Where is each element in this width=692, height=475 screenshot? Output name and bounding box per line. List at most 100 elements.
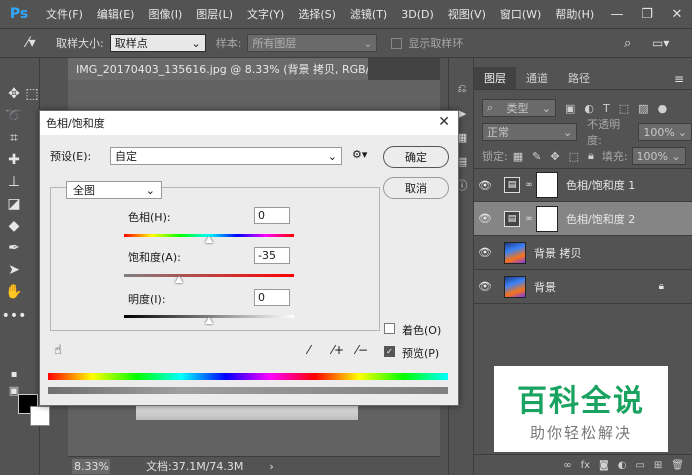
- close-window-button[interactable]: ✕: [662, 0, 692, 28]
- eye-icon[interactable]: 👁︎: [474, 212, 496, 225]
- workspace-icon[interactable]: ▭▾: [652, 36, 669, 50]
- layer-mask-thumbnail[interactable]: [536, 205, 558, 232]
- targeted-adjustment-hand-icon[interactable]: ☝: [54, 343, 62, 358]
- lightness-input[interactable]: 0: [254, 289, 290, 306]
- clone-stamp-tool-icon[interactable]: ⊥: [2, 172, 26, 192]
- lock-all-icon[interactable]: 🔒︎: [588, 149, 594, 163]
- lock-artboard-icon[interactable]: ⬚: [569, 150, 579, 163]
- crop-tool-icon[interactable]: ⌗: [2, 128, 26, 148]
- tab-paths[interactable]: 路径: [558, 67, 600, 89]
- dialog-close-button[interactable]: ✕: [438, 114, 450, 130]
- layer-style-icon[interactable]: fx: [581, 460, 590, 471]
- lightness-slider-thumb[interactable]: [205, 317, 213, 324]
- zoom-level[interactable]: 8.33%: [72, 458, 110, 474]
- eraser-tool-icon[interactable]: ◪: [2, 194, 26, 214]
- colorize-label: 着色(O): [402, 324, 442, 337]
- pen-tool-icon[interactable]: ✒: [2, 238, 26, 258]
- ok-button[interactable]: 确定: [383, 146, 449, 168]
- saturation-slider-track[interactable]: [124, 274, 294, 277]
- lock-icon[interactable]: 🔒︎: [659, 281, 664, 292]
- hand-tool-icon[interactable]: ✋: [2, 282, 26, 302]
- eye-icon[interactable]: 👁︎: [474, 246, 496, 259]
- minimize-button[interactable]: —: [602, 0, 632, 28]
- lock-image-icon[interactable]: ✎: [532, 150, 541, 163]
- filter-smart-object-icon[interactable]: ▨: [638, 102, 648, 115]
- layer-filter-select[interactable]: ⌕ 类型 ⌄: [482, 99, 556, 117]
- filter-adjustment-icon[interactable]: ◐: [584, 102, 594, 115]
- cancel-button-label: 取消: [405, 182, 427, 195]
- layer-thumbnail[interactable]: [504, 275, 526, 298]
- layer-row[interactable]: 👁︎ ▤ ∞ 色相/饱和度 2: [474, 202, 692, 236]
- eyedropper-tool-preset-icon[interactable]: ⁄▾: [16, 32, 46, 54]
- status-menu-arrow[interactable]: ›: [269, 460, 273, 473]
- filter-pixel-icon[interactable]: ▣: [565, 102, 575, 115]
- more-tools-icon[interactable]: •••: [2, 306, 27, 326]
- background-color-swatch[interactable]: [30, 406, 50, 426]
- preview-checkbox[interactable]: ✓: [384, 346, 395, 357]
- gear-icon[interactable]: ⚙▾: [352, 148, 367, 161]
- menu-type[interactable]: 文字(Y): [247, 6, 284, 22]
- search-icon[interactable]: ⌕: [624, 36, 631, 51]
- path-selection-tool-icon[interactable]: ➤: [2, 260, 26, 280]
- menu-filter[interactable]: 滤镜(T): [350, 6, 387, 22]
- tab-layers[interactable]: 图层: [474, 67, 516, 89]
- eyedropper-icon[interactable]: ⁄: [308, 343, 310, 357]
- lock-position-icon[interactable]: ✥: [550, 150, 559, 163]
- layer-thumbnail[interactable]: [504, 241, 526, 264]
- eye-icon[interactable]: 👁︎: [474, 280, 496, 293]
- blur-tool-icon[interactable]: ◆: [2, 216, 26, 236]
- eyedropper-minus-icon[interactable]: ⁄−: [356, 343, 368, 357]
- panel-menu-icon[interactable]: ≡: [674, 72, 684, 86]
- hue-slider-thumb[interactable]: [205, 236, 213, 243]
- blend-mode-select[interactable]: 正常 ⌄: [482, 123, 578, 141]
- chain-link-icon[interactable]: ∞: [524, 180, 534, 190]
- menu-layer[interactable]: 图层(L): [196, 6, 233, 22]
- tab-channels[interactable]: 通道: [516, 67, 558, 89]
- menu-3d[interactable]: 3D(D): [401, 8, 434, 21]
- new-group-icon[interactable]: ▭: [635, 460, 644, 471]
- opacity-input[interactable]: 100% ⌄: [638, 123, 692, 141]
- new-adjustment-icon[interactable]: ◐: [618, 460, 627, 471]
- dialog-titlebar[interactable]: 色相/饱和度: [40, 111, 458, 135]
- menu-view[interactable]: 视图(V): [448, 6, 486, 22]
- layer-mask-thumbnail[interactable]: [536, 172, 558, 198]
- add-mask-icon[interactable]: ◙: [599, 460, 609, 471]
- lasso-tool-icon[interactable]: ➰: [2, 106, 26, 126]
- filter-type-icon[interactable]: T: [603, 102, 610, 115]
- chain-link-icon[interactable]: ∞: [524, 214, 534, 224]
- channel-select[interactable]: 全图 ⌄: [66, 181, 162, 199]
- screen-mode-icon[interactable]: ▣: [2, 380, 26, 400]
- document-tab[interactable]: IMG_20170403_135616.jpg @ 8.33% (背景 拷贝, …: [68, 58, 368, 80]
- marquee-tool-icon[interactable]: ⬚: [20, 84, 44, 104]
- menu-file[interactable]: 文件(F): [46, 6, 83, 22]
- link-layers-icon[interactable]: ∞: [563, 460, 571, 471]
- sample-size-select[interactable]: 取样点 ⌄: [109, 34, 206, 52]
- sample-select[interactable]: 所有图层 ⌄: [247, 34, 378, 52]
- hue-input[interactable]: 0: [254, 207, 290, 224]
- colorize-checkbox[interactable]: [384, 323, 395, 334]
- filter-toggle-icon[interactable]: ●: [658, 102, 668, 115]
- menu-help[interactable]: 帮助(H): [555, 6, 594, 22]
- filter-shape-icon[interactable]: ⬚: [619, 102, 629, 115]
- cancel-button[interactable]: 取消: [383, 177, 449, 199]
- trash-icon[interactable]: 🗑︎: [671, 460, 684, 471]
- eye-icon[interactable]: 👁︎: [474, 179, 496, 192]
- menu-window[interactable]: 窗口(W): [500, 6, 541, 22]
- fill-input[interactable]: 100% ⌄: [631, 147, 686, 165]
- lock-transparent-icon[interactable]: ▦: [513, 150, 523, 163]
- restore-button[interactable]: ❐: [632, 0, 662, 28]
- healing-brush-tool-icon[interactable]: ✚: [2, 150, 26, 170]
- saturation-input[interactable]: -35: [254, 247, 290, 264]
- eyedropper-plus-icon[interactable]: ⁄+: [332, 343, 344, 357]
- show-sampling-ring-checkbox[interactable]: [391, 37, 403, 49]
- layer-row[interactable]: 👁︎ ▤ ∞ 色相/饱和度 1: [474, 168, 692, 202]
- menu-select[interactable]: 选择(S): [298, 6, 336, 22]
- history-panel-icon[interactable]: ⎌: [455, 82, 469, 96]
- layer-row[interactable]: 👁︎ 背景 拷贝: [474, 236, 692, 270]
- menu-edit[interactable]: 编辑(E): [97, 6, 135, 22]
- saturation-slider-thumb[interactable]: [175, 276, 184, 283]
- new-layer-icon[interactable]: ⊞: [654, 460, 662, 471]
- layer-row[interactable]: 👁︎ 背景 🔒︎: [474, 270, 692, 304]
- preset-select[interactable]: 自定 ⌄: [110, 147, 342, 165]
- menu-image[interactable]: 图像(I): [148, 6, 182, 22]
